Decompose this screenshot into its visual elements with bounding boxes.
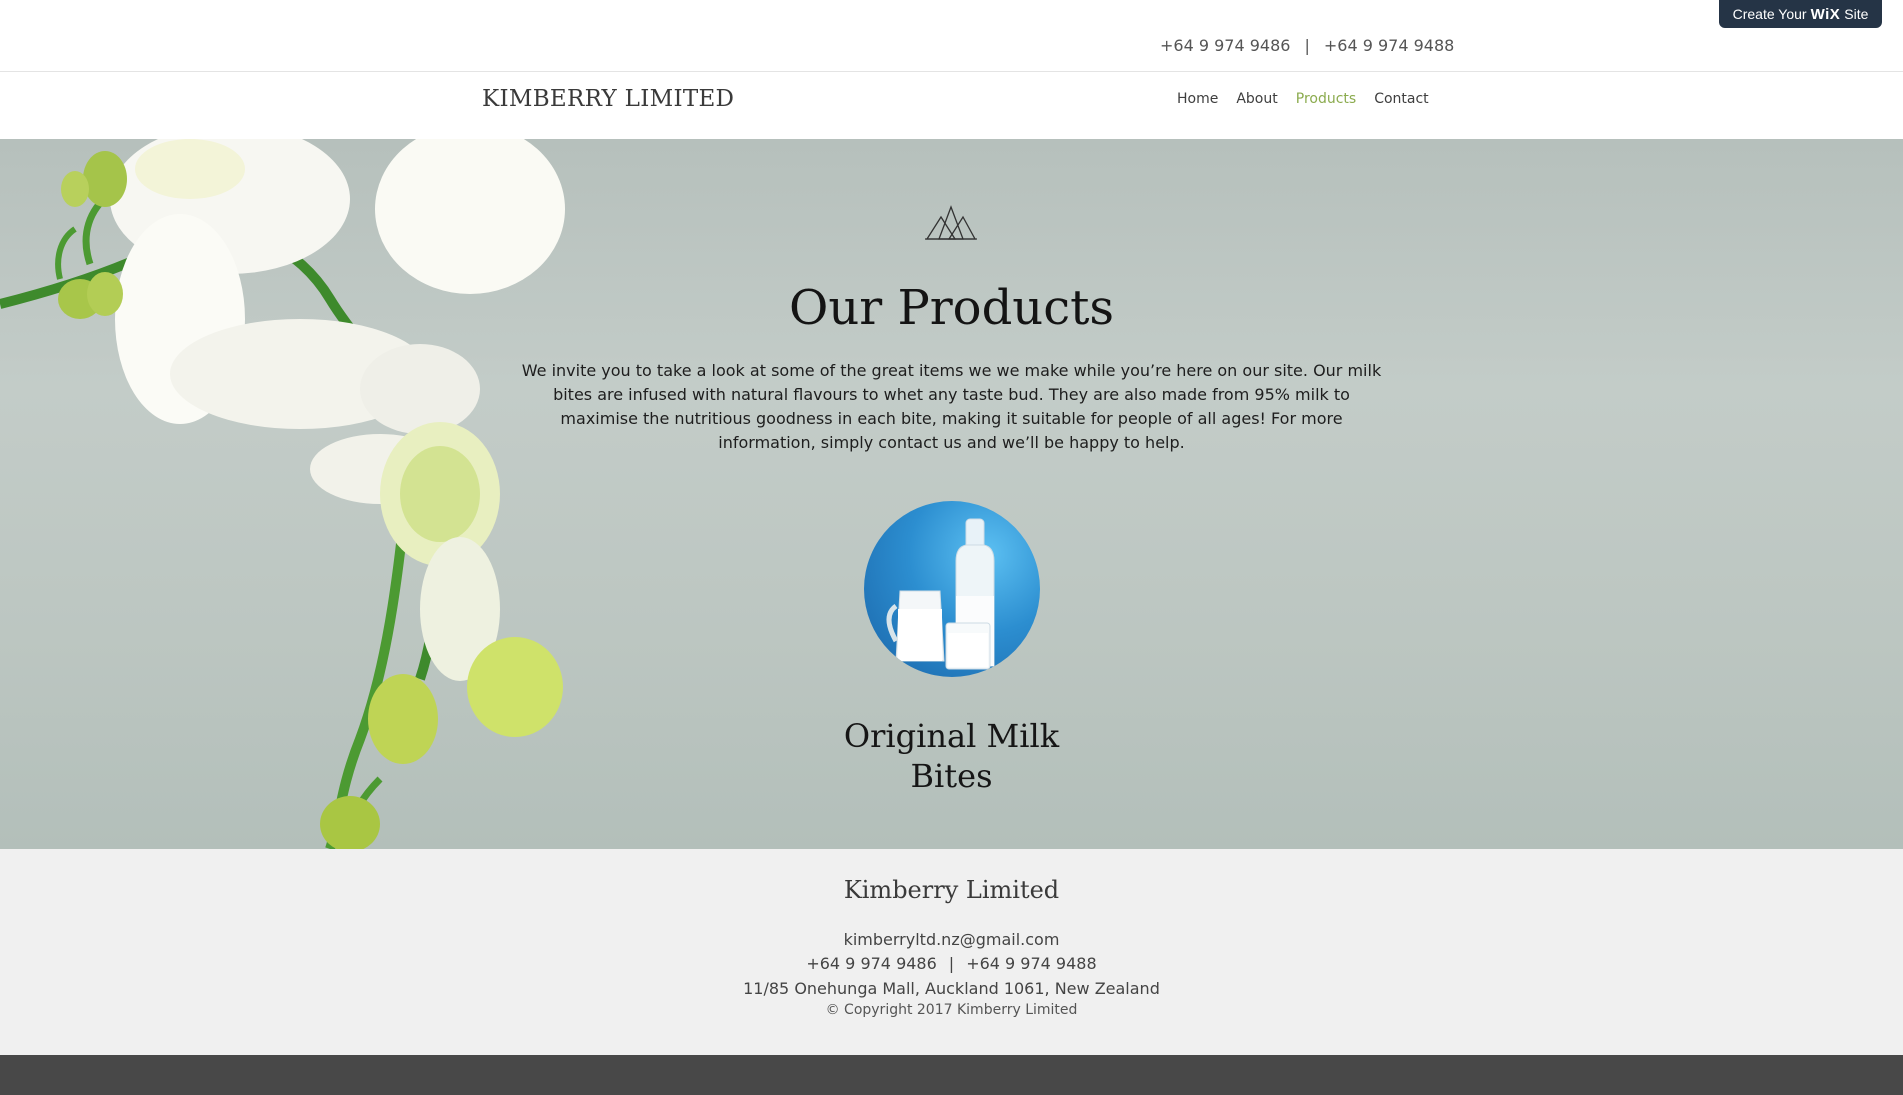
nav-home[interactable]: Home <box>1168 91 1227 107</box>
footer-phone-separator: | <box>948 954 955 973</box>
nav-products[interactable]: Products <box>1287 91 1365 107</box>
create-wix-site-button[interactable]: Create Your WiX Site <box>1719 0 1882 28</box>
wix-badge-suffix: Site <box>1844 6 1869 22</box>
milk-bottles-icon <box>886 518 995 670</box>
products-hero: Our Products We invite you to take a loo… <box>0 139 1903 849</box>
footer: Kimberry Limited kimberryltd.nz@gmail.co… <box>0 849 1903 1055</box>
page-title: Our Products <box>788 280 1115 336</box>
footer-phone-2[interactable]: +64 9 974 9488 <box>966 954 1096 973</box>
wix-badge-prefix: Create Your <box>1732 6 1807 22</box>
top-bar: Create Your WiX Site +64 9 974 9486 | +64 … <box>0 0 1903 72</box>
main-menu: Home About Products Contact <box>1168 91 1438 107</box>
header-phones: +64 9 974 9486 | +64 9 974 9488 <box>1160 36 1454 55</box>
navigation-bar: KIMBERRY LIMITED Home About Products Con… <box>0 72 1903 140</box>
wix-logo: WiX <box>1810 5 1841 23</box>
nav-contact[interactable]: Contact <box>1365 91 1437 107</box>
triangles-logo-icon <box>925 205 977 240</box>
products-intro-text: We invite you to take a look at some of … <box>521 361 1382 452</box>
nav-about[interactable]: About <box>1227 91 1286 107</box>
footer-company-name: Kimberry Limited <box>843 876 1060 904</box>
product-image-milk-bites[interactable] <box>864 501 1040 677</box>
bottom-strip <box>0 1055 1903 1095</box>
footer-phone-1[interactable]: +64 9 974 9486 <box>806 954 936 973</box>
product-name-original-milk-bites[interactable]: Original Milk Bites <box>800 716 1103 796</box>
footer-phones: +64 9 974 9486 | +64 9 974 9488 <box>0 954 1903 973</box>
orchid-background-image <box>0 139 565 849</box>
header-phone-1[interactable]: +64 9 974 9486 <box>1160 36 1290 55</box>
footer-copyright: © Copyright 2017 Kimberry Limited <box>825 1002 1078 1018</box>
site-brand[interactable]: KIMBERRY LIMITED <box>482 86 734 112</box>
header-phone-2[interactable]: +64 9 974 9488 <box>1324 36 1454 55</box>
footer-email-link[interactable]: kimberryltd.nz@gmail.com <box>844 930 1060 949</box>
phone-separator: | <box>1304 36 1310 55</box>
footer-email: kimberryltd.nz@gmail.com <box>0 930 1903 949</box>
footer-address: 11/85 Onehunga Mall, Auckland 1061, New … <box>743 979 1160 998</box>
